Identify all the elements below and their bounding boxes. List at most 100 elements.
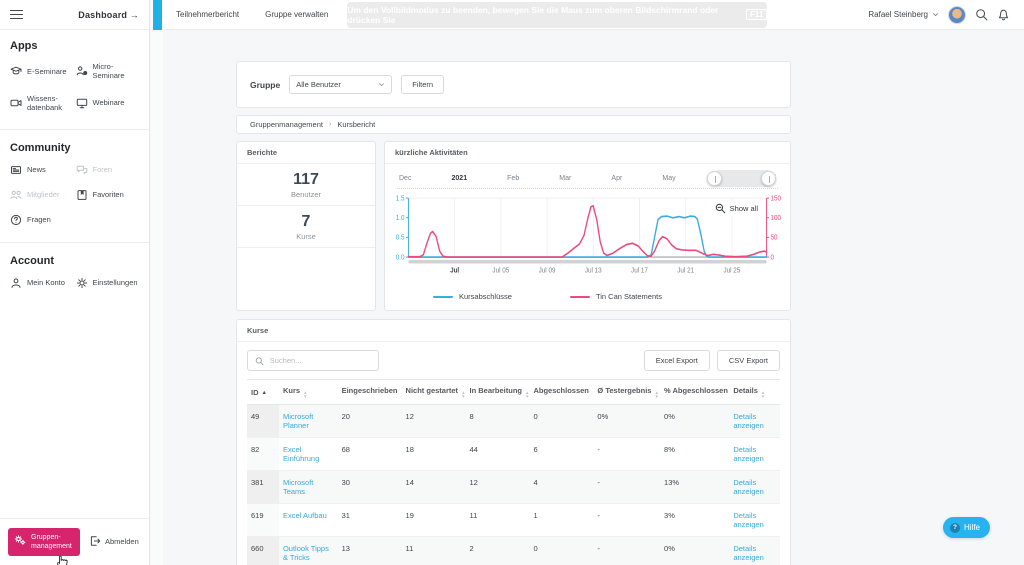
sidebar-item-mein-konto[interactable]: Mein Konto xyxy=(10,277,74,289)
chart-legend: Kursabschlüsse Tin Can Statements xyxy=(385,288,790,301)
question-circle-icon xyxy=(10,214,22,226)
legend-kursabschluesse[interactable]: Kursabschlüsse xyxy=(433,292,512,301)
svg-text:100: 100 xyxy=(770,215,781,223)
courses-card-title: Kurse xyxy=(237,320,790,342)
chat-bubbles-icon xyxy=(76,164,88,176)
reports-card: Berichte 117 Benutzer 7 Kurse xyxy=(236,141,376,311)
search-icon xyxy=(255,356,264,365)
avatar[interactable] xyxy=(948,5,966,24)
excel-export-button[interactable]: Excel Export xyxy=(643,350,710,371)
sidebar-item-fragen[interactable]: Fragen xyxy=(10,214,74,226)
table-row: 619 Excel Aufbau 31 19 11 1-3% Details anzeige… xyxy=(247,503,780,537)
help-button[interactable]: ? Hilfe xyxy=(942,517,990,538)
group-management-label: Gruppen-management xyxy=(31,533,72,550)
courses-card: Kurse Excel Export CSV Export ID▲Kurs▲▼E… xyxy=(236,319,791,565)
csv-export-button[interactable]: CSV Export xyxy=(716,350,780,371)
sidebar-item-webinare[interactable]: Webinare xyxy=(76,94,140,113)
column-header-abgeschlossen[interactable]: Abgeschlossen▲▼ xyxy=(529,379,594,405)
group-filter-label: Gruppe xyxy=(250,79,281,90)
svg-text:50: 50 xyxy=(770,234,777,242)
course-link[interactable]: Excel Aufbau xyxy=(283,511,327,520)
sidebar-item-foren: Foren xyxy=(76,164,140,176)
course-link[interactable]: Excel Einführung xyxy=(283,445,319,463)
logout-icon xyxy=(89,535,101,549)
hamburger-menu-icon[interactable] xyxy=(10,9,23,20)
column-header-id[interactable]: ID ▲ xyxy=(247,379,279,405)
sidebar-footer: Gruppen-management Abmelden xyxy=(0,517,149,565)
chart-plot-area: Jul Jul 05 Jul 09 Jul 13 Jul 17 Jul 21 Jul 25 0… xyxy=(387,191,788,288)
sort-icon: ▲▼ xyxy=(303,390,308,399)
bell-icon[interactable] xyxy=(997,8,1010,21)
sidebar-item-wissens-datenbank[interactable]: Wissens-datenbank xyxy=(10,94,74,113)
table-row: 660 Outlook Tipps & Tricks 13 11 2 0-0% Detail… xyxy=(247,536,780,565)
svg-text:0.5: 0.5 xyxy=(396,234,405,242)
sort-icon: ▲▼ xyxy=(461,390,466,399)
sidebar-item-favoriten[interactable]: Favoriten xyxy=(76,189,140,201)
course-link[interactable]: Outlook Tipps & Tricks xyxy=(283,544,329,562)
details-link[interactable]: Details anzeigen xyxy=(733,445,763,463)
legend-tincan[interactable]: Tin Can Statements xyxy=(569,292,662,301)
sidebar-item-e-seminare[interactable]: E-Seminare xyxy=(10,62,74,81)
newspaper-icon xyxy=(10,164,22,176)
dashboard-link[interactable]: Dashboard → xyxy=(78,10,139,20)
sidebar-item-einstellungen[interactable]: Einstellungen xyxy=(76,277,140,289)
svg-text:Jul: Jul xyxy=(450,267,459,275)
details-link[interactable]: Details anzeigen xyxy=(733,478,763,496)
group-management-button[interactable]: Gruppen-management xyxy=(8,527,80,556)
scrollbar-thumb[interactable] xyxy=(153,0,162,30)
topbar: Teilnehmerbericht Gruppe verwalten Um de… xyxy=(163,0,1024,30)
column-header-kurs[interactable]: Kurs ▲ ▼ xyxy=(278,379,338,405)
legend-swatch-pink xyxy=(569,295,590,298)
svg-text:0: 0 xyxy=(770,254,774,262)
sidebar-section-title: Community xyxy=(10,141,71,154)
gear-icon xyxy=(76,277,88,289)
zoom-out-icon xyxy=(715,203,725,214)
svg-text:Jul 21: Jul 21 xyxy=(677,267,694,275)
sidebar: Dashboard → Apps E-Seminare Micro-Seminare… xyxy=(0,0,150,565)
course-link[interactable]: Microsoft Teams xyxy=(283,478,313,496)
navigator-left-handle[interactable] xyxy=(707,171,722,186)
sidebar-item-micro-seminare[interactable]: Micro-Seminare xyxy=(76,62,140,81)
column-header-eingeschrieben[interactable]: Eingeschrieben▲▼ xyxy=(337,379,402,405)
gears-group-icon xyxy=(14,534,26,549)
column-header-in-bearbeitung[interactable]: In Bearbeitung ▲ ▼ xyxy=(465,379,530,405)
chart-range-navigator[interactable]: Dec2021FebMarAprMayJunJul xyxy=(397,169,778,189)
navigator-month-label: Mar xyxy=(559,175,572,182)
logout-button[interactable]: Abmelden xyxy=(89,535,139,549)
sidebar-item-mitglieder: Mitglieder xyxy=(10,189,74,201)
search-icon[interactable] xyxy=(975,8,988,21)
user-menu[interactable]: Rafael Steinberg xyxy=(868,10,939,19)
filter-button[interactable]: Filtern xyxy=(401,75,445,94)
tab-gruppe-verwalten[interactable]: Gruppe verwalten xyxy=(252,10,341,19)
navigator-right-handle[interactable] xyxy=(761,171,776,186)
group-select[interactable]: Alle Benutzer xyxy=(289,75,393,94)
people-icon xyxy=(10,189,22,201)
breadcrumb-gruppenmanagement[interactable]: Gruppenmanagement xyxy=(250,120,323,129)
details-link[interactable]: Details anzeigen xyxy=(733,511,763,529)
person-badge-icon xyxy=(76,65,88,77)
column-header--testergebnis[interactable]: Ø Testergebnis ▲ ▼ xyxy=(593,379,661,405)
sidebar-item-news[interactable]: News xyxy=(10,164,74,176)
sort-icon: ▲▼ xyxy=(525,390,530,399)
activity-chart-card: kürzliche Aktivitäten Dec 2021 Feb Mar Apr Ma… xyxy=(384,141,791,311)
search-input[interactable] xyxy=(269,356,371,365)
svg-text:Jul 13: Jul 13 xyxy=(585,267,602,275)
tab-teilnehmerbericht[interactable]: Teilnehmerbericht xyxy=(163,10,252,19)
svg-text:Jul 05: Jul 05 xyxy=(492,267,509,275)
stat-courses: 7 Kurse xyxy=(237,206,375,248)
monitor-icon xyxy=(76,97,88,109)
navigator-month-label: Feb xyxy=(507,175,520,182)
sort-icon: ▲▼ xyxy=(400,391,401,398)
column-header-nicht-gestartet[interactable]: Nicht gestartet ▲ ▼ xyxy=(401,379,466,405)
show-all-button[interactable]: Show all xyxy=(710,201,762,216)
details-link[interactable]: Details anzeigen xyxy=(733,412,763,430)
chevron-down-icon xyxy=(379,83,385,87)
svg-text:0.0: 0.0 xyxy=(396,254,405,262)
course-link[interactable]: Microsoft Planner xyxy=(283,412,313,430)
column-header-details[interactable]: Details ▲ ▼ xyxy=(729,379,780,405)
column-header-%-abgeschlossen[interactable]: % Abgeschlossen▲▼ xyxy=(660,379,730,405)
f11-keycap: F11 xyxy=(745,9,768,20)
details-link[interactable]: Details anzeigen xyxy=(733,544,763,562)
sidebar-divider xyxy=(0,128,149,130)
legend-swatch-blue xyxy=(433,295,453,298)
